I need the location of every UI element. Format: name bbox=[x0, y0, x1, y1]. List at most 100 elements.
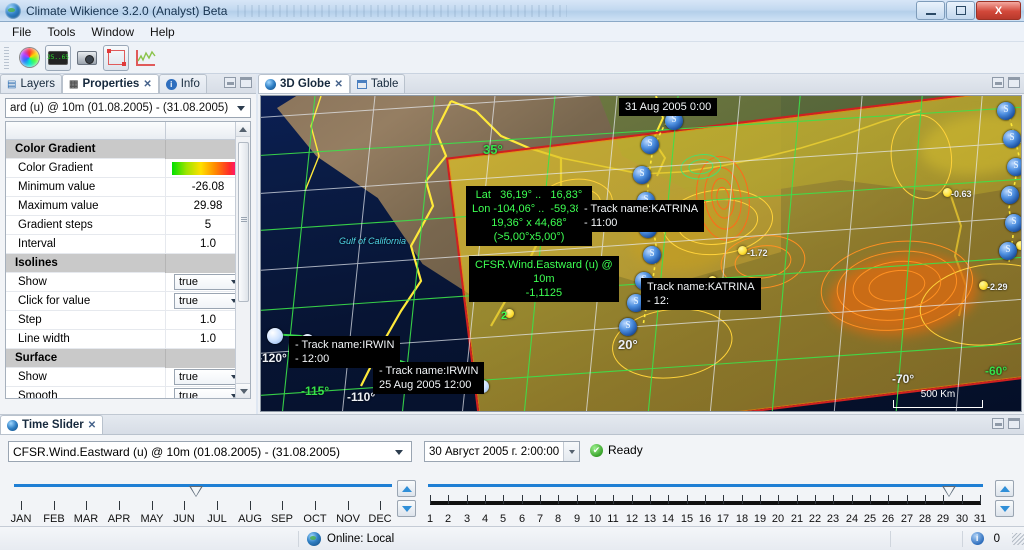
cyclone-marker[interactable] bbox=[1003, 130, 1021, 148]
menu-item-tools[interactable]: Tools bbox=[39, 23, 83, 41]
resize-grip[interactable] bbox=[1012, 532, 1024, 545]
map-panel-maximize-icon[interactable] bbox=[1008, 77, 1020, 88]
tab-properties[interactable]: ▦ Properties ✕ bbox=[61, 74, 159, 93]
tab-3d-globe[interactable]: 3D Globe ✕ bbox=[258, 74, 350, 93]
cyclone-marker[interactable] bbox=[1007, 158, 1021, 176]
track-marker-irwin[interactable] bbox=[267, 328, 283, 344]
day-label-28[interactable]: 28 bbox=[919, 513, 931, 525]
property-row-surface-smooth[interactable]: Smooth true bbox=[6, 386, 250, 398]
day-label-25[interactable]: 25 bbox=[864, 513, 876, 525]
tab-properties-close-icon[interactable]: ✕ bbox=[143, 79, 151, 90]
property-row-isolines-show[interactable]: Show true bbox=[6, 272, 250, 292]
day-label-7[interactable]: 7 bbox=[537, 513, 543, 525]
property-row-color-gradient[interactable]: Color Gradient bbox=[6, 158, 250, 178]
day-label-23[interactable]: 23 bbox=[827, 513, 839, 525]
property-row-step[interactable]: Step 1.0 bbox=[6, 310, 250, 330]
menu-item-window[interactable]: Window bbox=[83, 23, 142, 41]
day-label-15[interactable]: 15 bbox=[681, 513, 693, 525]
day-label-1[interactable]: 1 bbox=[427, 513, 433, 525]
month-label-aug[interactable]: AUG bbox=[238, 513, 262, 525]
left-panel-minimize-icon[interactable] bbox=[224, 77, 236, 88]
day-label-18[interactable]: 18 bbox=[736, 513, 748, 525]
day-label-12[interactable]: 12 bbox=[626, 513, 638, 525]
tab-3d-globe-close-icon[interactable]: ✕ bbox=[334, 79, 342, 90]
day-label-26[interactable]: 26 bbox=[882, 513, 894, 525]
click-for-value-combo[interactable]: true bbox=[174, 293, 242, 309]
day-label-16[interactable]: 16 bbox=[699, 513, 711, 525]
tab-info[interactable]: i Info bbox=[158, 74, 207, 93]
day-label-24[interactable]: 24 bbox=[846, 513, 858, 525]
close-button[interactable]: X bbox=[976, 1, 1021, 20]
day-slider-rail[interactable] bbox=[428, 484, 983, 487]
scroll-down-button[interactable] bbox=[236, 383, 250, 398]
day-label-29[interactable]: 29 bbox=[937, 513, 949, 525]
day-label-22[interactable]: 22 bbox=[809, 513, 821, 525]
properties-scrollbar[interactable] bbox=[235, 122, 250, 398]
time-slider-minimize-icon[interactable] bbox=[992, 418, 1004, 429]
scroll-up-button[interactable] bbox=[236, 122, 250, 137]
day-label-20[interactable]: 20 bbox=[772, 513, 784, 525]
month-label-feb[interactable]: FEB bbox=[43, 513, 64, 525]
scrollbar-thumb[interactable] bbox=[238, 142, 249, 302]
month-label-dec[interactable]: DEC bbox=[368, 513, 391, 525]
property-row-surface-show[interactable]: Show true bbox=[6, 367, 250, 387]
month-label-nov[interactable]: NOV bbox=[336, 513, 360, 525]
property-row-minimum-value[interactable]: Minimum value -26.08 bbox=[6, 177, 250, 197]
cyclone-marker[interactable] bbox=[633, 166, 651, 184]
property-row-maximum-value[interactable]: Maximum value 29.98 bbox=[6, 196, 250, 216]
tab-time-slider-close-icon[interactable]: ✕ bbox=[88, 420, 96, 431]
day-label-30[interactable]: 30 bbox=[956, 513, 968, 525]
day-label-27[interactable]: 27 bbox=[901, 513, 913, 525]
month-label-sep[interactable]: SEP bbox=[271, 513, 293, 525]
day-label-2[interactable]: 2 bbox=[445, 513, 451, 525]
month-label-may[interactable]: MAY bbox=[140, 513, 163, 525]
day-step-up-button[interactable] bbox=[995, 480, 1014, 497]
day-label-14[interactable]: 14 bbox=[662, 513, 674, 525]
month-label-jul[interactable]: JUL bbox=[207, 513, 227, 525]
day-label-3[interactable]: 3 bbox=[464, 513, 470, 525]
cyclone-marker[interactable] bbox=[643, 246, 661, 264]
property-row-gradient-steps[interactable]: Gradient steps 5 bbox=[6, 215, 250, 235]
month-label-apr[interactable]: APR bbox=[108, 513, 131, 525]
date-spinner-button[interactable] bbox=[563, 442, 579, 461]
day-label-5[interactable]: 5 bbox=[500, 513, 506, 525]
tab-layers[interactable]: ▤ Layers bbox=[0, 74, 62, 93]
color-gradient-swatch[interactable] bbox=[172, 161, 244, 175]
map-panel-minimize-icon[interactable] bbox=[992, 77, 1004, 88]
cyclone-marker[interactable] bbox=[1001, 186, 1019, 204]
day-label-10[interactable]: 10 bbox=[589, 513, 601, 525]
maximize-button[interactable] bbox=[946, 1, 975, 20]
time-slider-date-field[interactable]: 30 Август 2005 г. 2:00:00 bbox=[424, 441, 580, 462]
month-slider[interactable] bbox=[14, 484, 392, 498]
screenshot-button[interactable] bbox=[74, 45, 100, 71]
isolines-show-combo[interactable]: true bbox=[174, 274, 242, 290]
month-slider-thumb[interactable] bbox=[189, 486, 203, 497]
toolbar-grip[interactable] bbox=[4, 46, 9, 69]
day-label-9[interactable]: 9 bbox=[574, 513, 580, 525]
cyclone-marker[interactable] bbox=[999, 242, 1017, 260]
left-panel-maximize-icon[interactable] bbox=[240, 77, 252, 88]
property-row-click-for-value[interactable]: Click for value true bbox=[6, 291, 250, 311]
menu-item-file[interactable]: File bbox=[4, 23, 39, 41]
select-region-button[interactable] bbox=[103, 44, 129, 71]
cyclone-marker[interactable] bbox=[997, 102, 1015, 120]
color-wheel-button[interactable] bbox=[16, 45, 42, 71]
day-label-17[interactable]: 17 bbox=[717, 513, 729, 525]
dataset-combo[interactable]: ard (u) @ 10m (01.08.2005) - (31.08.2005… bbox=[5, 98, 251, 118]
day-label-13[interactable]: 13 bbox=[644, 513, 656, 525]
month-step-up-button[interactable] bbox=[397, 480, 416, 497]
globe-canvas[interactable]: -0.63 -1.42 -2.29 -5.83 -1.72 2 35° 20° … bbox=[260, 95, 1022, 412]
cyclone-marker[interactable] bbox=[619, 318, 637, 336]
day-label-19[interactable]: 19 bbox=[754, 513, 766, 525]
month-label-oct[interactable]: OCT bbox=[303, 513, 326, 525]
day-label-31[interactable]: 31 bbox=[974, 513, 986, 525]
time-slider-maximize-icon[interactable] bbox=[1008, 418, 1020, 429]
property-row-line-width[interactable]: Line width 1.0 bbox=[6, 329, 250, 349]
plot-chart-button[interactable] bbox=[132, 45, 158, 71]
day-label-21[interactable]: 21 bbox=[791, 513, 803, 525]
tab-table[interactable]: Table bbox=[349, 74, 406, 93]
minimize-button[interactable] bbox=[916, 1, 945, 20]
month-label-jan[interactable]: JAN bbox=[11, 513, 32, 525]
tab-time-slider[interactable]: Time Slider ✕ bbox=[0, 415, 104, 434]
property-row-interval[interactable]: Interval 1.0 bbox=[6, 234, 250, 254]
